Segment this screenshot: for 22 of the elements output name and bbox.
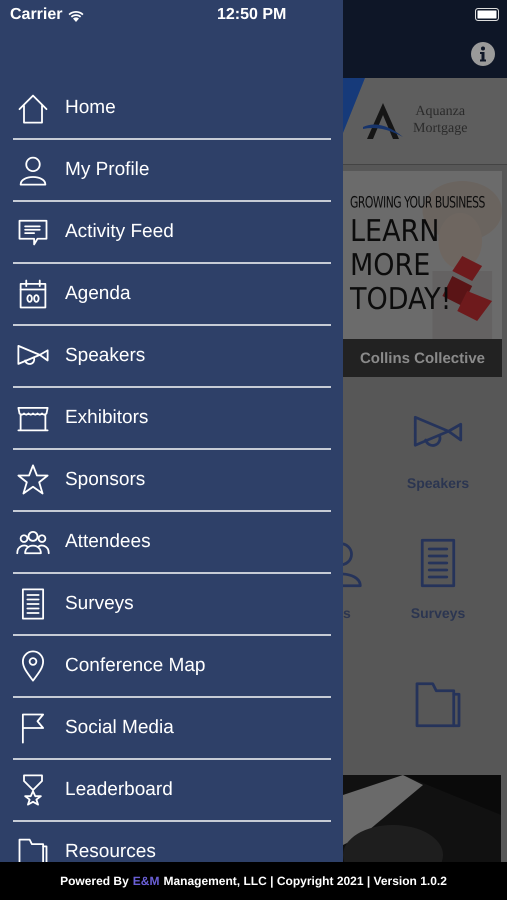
ad-caption: Collins Collective: [343, 339, 502, 377]
ad-headline: LEARN MORE TODAY!: [350, 215, 452, 317]
carrier-label: Carrier: [10, 6, 62, 24]
battery-icon: [475, 8, 499, 21]
menu-item[interactable]: Home: [13, 78, 331, 140]
menu-item[interactable]: Sponsors: [13, 450, 331, 512]
clock: 12:50 PM: [217, 6, 286, 24]
menu-item[interactable]: Conference Map: [13, 636, 331, 698]
menu-item[interactable]: Exhibitors: [13, 388, 331, 450]
menu-item[interactable]: Leaderboard: [13, 760, 331, 822]
menu-item[interactable]: Social Media: [13, 698, 331, 760]
ad-tagline: GROWING YOUR BUSINESS: [350, 193, 486, 212]
menu-item[interactable]: Attendees: [13, 512, 331, 574]
info-icon[interactable]: [471, 42, 495, 66]
menu-item[interactable]: Surveys: [13, 574, 331, 636]
menu-item[interactable]: Activity Feed: [13, 202, 331, 264]
menu-item[interactable]: Speakers: [13, 326, 331, 388]
corner-stripe: [343, 78, 365, 133]
footer-text: Powered By E&M Management, LLC | Copyright 2021 | Version 1.0.2: [0, 862, 507, 900]
menu-item[interactable]: Agenda: [13, 264, 331, 326]
menu-item[interactable]: My Profile: [13, 140, 331, 202]
wifi-icon: [67, 8, 86, 22]
